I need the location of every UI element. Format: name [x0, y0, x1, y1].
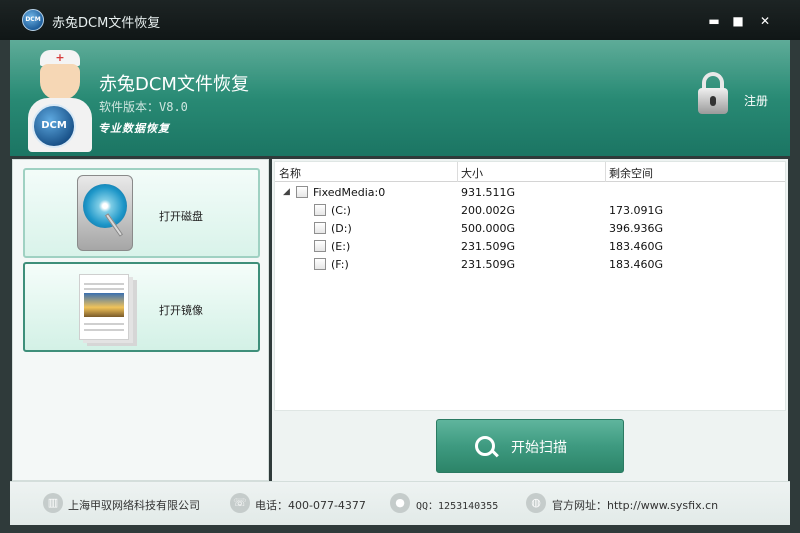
- checkbox[interactable]: [296, 186, 308, 198]
- disk-size: 931.511G: [461, 186, 516, 199]
- image-line: [84, 329, 124, 331]
- open-disk-button[interactable]: 打开磁盘: [23, 168, 260, 258]
- checkbox[interactable]: [314, 258, 326, 270]
- partition-free: 183.460G: [609, 240, 664, 253]
- qq-number: QQ：1253140355: [416, 501, 499, 512]
- partition-size: 200.002G: [461, 204, 516, 217]
- disk-tree[interactable]: 名称 大小 剩余空间 ◢ FixedMedia:0 931.511G (C:) …: [274, 161, 786, 411]
- red-cross-icon: +: [55, 51, 65, 64]
- register-label: 注册: [744, 94, 769, 108]
- tree-row-partition[interactable]: (F:) 231.509G 183.460G: [275, 256, 785, 274]
- tree-row-root[interactable]: ◢ FixedMedia:0 931.511G: [275, 184, 785, 202]
- window-bottom-border: [0, 525, 800, 533]
- phone-icon: ☏: [230, 493, 250, 513]
- collapse-triangle-icon[interactable]: ◢: [283, 187, 290, 197]
- app-logo-icon: DCM: [22, 9, 44, 31]
- image-line: [84, 323, 124, 325]
- image-line: [84, 288, 124, 290]
- official-website[interactable]: 官方网址：http://www.sysfix.cn: [552, 497, 718, 513]
- tree-row-partition[interactable]: (D:) 500.000G 396.936G: [275, 220, 785, 238]
- partition-name: (C:): [331, 204, 351, 217]
- disk-image-icon: [79, 274, 129, 340]
- app-slogan: 专业数据恢复: [98, 122, 170, 135]
- app-version: 软件版本：V8.0: [99, 100, 188, 114]
- open-image-label: 打开镜像: [159, 304, 203, 317]
- partition-free: 173.091G: [609, 204, 664, 217]
- app-title: 赤兔DCM文件恢复: [99, 74, 249, 95]
- open-disk-label: 打开磁盘: [159, 210, 203, 223]
- tree-header: 名称 大小 剩余空间: [275, 162, 785, 182]
- disk-platter: [83, 184, 127, 228]
- column-separator[interactable]: [605, 162, 606, 182]
- partition-name: (E:): [331, 240, 351, 253]
- tree-row-partition[interactable]: (C:) 200.002G 173.091G: [275, 202, 785, 220]
- column-free-space[interactable]: 剩余空间: [609, 165, 653, 181]
- register-button[interactable]: 注册: [696, 70, 786, 120]
- partition-free: 396.936G: [609, 222, 664, 235]
- partition-size: 231.509G: [461, 258, 516, 271]
- checkbox[interactable]: [314, 204, 326, 216]
- dcm-badge-icon: DCM: [32, 104, 76, 148]
- company-name: 上海甲驭网络科技有限公司: [68, 499, 200, 512]
- phone-number: 电话：400-077-4377: [255, 499, 366, 512]
- checkbox[interactable]: [314, 240, 326, 252]
- header-banner: + DCM 赤兔DCM文件恢复 软件版本：V8.0 专业数据恢复 注册: [10, 40, 790, 156]
- column-name[interactable]: 名称: [279, 165, 301, 181]
- partition-name: (D:): [331, 222, 352, 235]
- start-scan-button[interactable]: 开始扫描: [436, 419, 624, 473]
- open-image-button[interactable]: 打开镜像: [23, 262, 260, 352]
- doctor-mascot-icon: + DCM: [24, 48, 96, 152]
- qq-icon: ●: [390, 493, 410, 513]
- action-panel: 打开磁盘 打开镜像: [12, 159, 269, 481]
- close-button[interactable]: ✕: [757, 13, 773, 29]
- partition-size: 231.509G: [461, 240, 516, 253]
- title-bar[interactable]: DCM 赤兔DCM文件恢复 ▬ ■ ✕: [0, 0, 800, 40]
- search-icon-handle: [491, 449, 499, 458]
- start-scan-label: 开始扫描: [511, 440, 567, 456]
- globe-icon: ◍: [526, 493, 546, 513]
- partition-free: 183.460G: [609, 258, 664, 271]
- mascot-face: [40, 64, 80, 100]
- app-window: DCM 赤兔DCM文件恢复 ▬ ■ ✕ + DCM 赤兔DCM文件恢复 软件版本…: [0, 0, 800, 533]
- image-photo: [84, 293, 124, 317]
- hard-disk-icon: [77, 175, 133, 251]
- partition-size: 500.000G: [461, 222, 516, 235]
- keyhole: [710, 96, 716, 106]
- column-separator[interactable]: [457, 162, 458, 182]
- image-line: [84, 283, 124, 285]
- checkbox[interactable]: [314, 222, 326, 234]
- maximize-button[interactable]: ■: [730, 13, 746, 29]
- disk-name: FixedMedia:0: [313, 186, 386, 199]
- footer: ▥ 上海甲驭网络科技有限公司 ☏ 电话：400-077-4377 ● QQ：12…: [10, 481, 790, 525]
- minimize-button[interactable]: ▬: [706, 13, 722, 29]
- partition-name: (F:): [331, 258, 349, 271]
- column-size[interactable]: 大小: [461, 165, 483, 181]
- building-icon: ▥: [43, 493, 63, 513]
- window-title: 赤兔DCM文件恢复: [52, 16, 161, 31]
- tree-row-partition[interactable]: (E:) 231.509G 183.460G: [275, 238, 785, 256]
